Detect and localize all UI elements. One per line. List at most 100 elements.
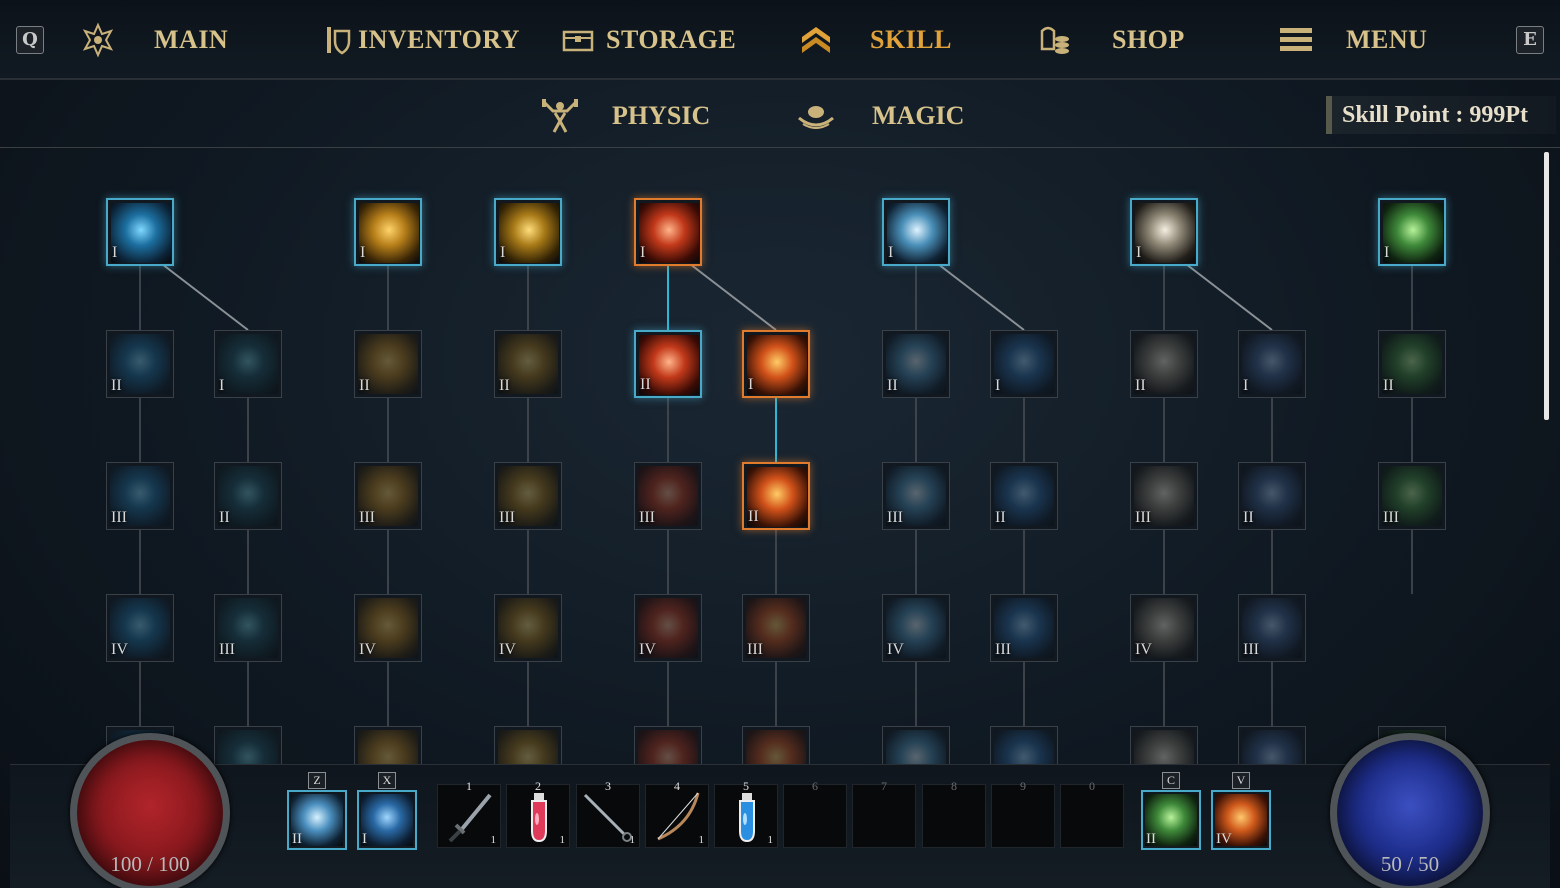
branch-line [689, 263, 777, 331]
skill-node-gold-chest-iii[interactable]: III [354, 462, 422, 530]
skill-rank-label: IV [111, 641, 128, 658]
next-tab-key[interactable]: E [1516, 26, 1544, 54]
skill-rank-label: IV [499, 641, 516, 658]
skill-node-ice-body-ii[interactable]: II [882, 330, 950, 398]
skill-node-ice-body-iv[interactable]: IV [882, 594, 950, 662]
meditate-teal-skill-icon [218, 334, 278, 394]
skill-rank-label: I [1136, 244, 1142, 261]
skill-node-spirit-white-i[interactable]: I [1130, 198, 1198, 266]
skill-node-atom-blue-i[interactable]: I [106, 198, 174, 266]
skill-node-fire-bolt-iii[interactable]: III [742, 594, 810, 662]
hotbar-slot-6[interactable]: 6 [783, 779, 847, 848]
skill-node-ice-body-iii[interactable]: III [882, 462, 950, 530]
skill-rank-label: III [1135, 509, 1151, 526]
top-navigation-bar: Q E MAIN INVENTORY STORAGE SKILL SHOP ME… [0, 0, 1560, 80]
quick-skill-z[interactable]: II [287, 790, 347, 850]
meditate-teal-skill-icon [218, 730, 278, 764]
skill-rank-label: III [639, 509, 655, 526]
skill-node-gold-chest-next[interactable] [354, 726, 422, 764]
item-count: 1 [698, 834, 705, 846]
skill-node-storm-blade-ii[interactable]: II [1238, 462, 1306, 530]
item-count: 1 [767, 834, 774, 846]
tab-skill[interactable]: SKILL [796, 20, 952, 60]
hotbar-slot-8[interactable]: 8 [922, 779, 986, 848]
skill-node-nature-green-iii[interactable]: III [1378, 462, 1446, 530]
hotbar-slot-3[interactable]: 31 [576, 779, 640, 848]
tab-shop-label: SHOP [1112, 25, 1185, 54]
skill-node-spirit-white-next[interactable] [1130, 726, 1198, 764]
skill-node-gold-summon-i[interactable]: I [494, 198, 562, 266]
tab-inventory-label: INVENTORY [358, 25, 521, 54]
skill-node-gold-summon-next[interactable] [494, 726, 562, 764]
skill-node-gold-chest-i[interactable]: I [354, 198, 422, 266]
tab-storage[interactable]: STORAGE [558, 20, 736, 60]
tab-main[interactable]: MAIN [78, 20, 228, 60]
skill-node-storm-blade-next[interactable] [1238, 726, 1306, 764]
skill-node-ice-cube-next[interactable] [990, 726, 1058, 764]
hotkey-c: C [1162, 772, 1180, 789]
hotbar-slot-1[interactable]: 11 [437, 779, 501, 848]
quick-skill-c[interactable]: II [1141, 790, 1201, 850]
magic-hands-icon [796, 96, 836, 136]
skill-node-meditate-teal-next[interactable] [214, 726, 282, 764]
skill-node-ice-cube-i[interactable]: I [990, 330, 1058, 398]
skill-node-nature-green-ii[interactable]: II [1378, 330, 1446, 398]
ice-cube-skill-icon [994, 334, 1054, 394]
skill-node-meditate-teal-iii[interactable]: III [214, 594, 282, 662]
quick-skill-x[interactable]: I [357, 790, 417, 850]
hamburger-icon [1276, 20, 1316, 60]
skill-node-atom-blue-iv[interactable]: IV [106, 594, 174, 662]
skill-node-spirit-white-iv[interactable]: IV [1130, 594, 1198, 662]
skill-node-ice-body-next[interactable] [882, 726, 950, 764]
prev-tab-key[interactable]: Q [16, 26, 44, 54]
hotbar-slot-0[interactable]: 0 [1060, 779, 1124, 848]
skill-node-spirit-white-iii[interactable]: III [1130, 462, 1198, 530]
skill-node-meditate-teal-i[interactable]: I [214, 330, 282, 398]
skill-node-fire-body-iii[interactable]: III [634, 462, 702, 530]
skill-rank-label: III [1243, 641, 1259, 658]
tab-shop[interactable]: SHOP [1034, 20, 1185, 60]
hotbar-slot-7[interactable]: 7 [852, 779, 916, 848]
branch-line [1185, 263, 1273, 331]
skill-node-spirit-white-ii[interactable]: II [1130, 330, 1198, 398]
skill-node-storm-blade-iii[interactable]: III [1238, 594, 1306, 662]
skill-rank-label: III [499, 509, 515, 526]
skill-node-gold-summon-iii[interactable]: III [494, 462, 562, 530]
skill-node-ice-cube-ii[interactable]: II [990, 462, 1058, 530]
skill-node-fire-body-iv[interactable]: IV [634, 594, 702, 662]
skill-node-fire-body-next[interactable] [634, 726, 702, 764]
tab-menu[interactable]: MENU [1276, 20, 1427, 60]
quick-skill-v[interactable]: IV [1211, 790, 1271, 850]
item-count: 1 [490, 834, 497, 846]
skill-node-storm-blade-i[interactable]: I [1238, 330, 1306, 398]
skill-node-gold-summon-iv[interactable]: IV [494, 594, 562, 662]
skill-node-gold-chest-ii[interactable]: II [354, 330, 422, 398]
skill-node-atom-blue-iii[interactable]: III [106, 462, 174, 530]
tree-scrollbar[interactable] [1544, 152, 1549, 420]
skill-node-meditate-teal-ii[interactable]: II [214, 462, 282, 530]
skill-node-nature-green-i[interactable]: I [1378, 198, 1446, 266]
skill-rank-label: I [362, 831, 367, 847]
skill-node-fire-bolt-i[interactable]: I [742, 330, 810, 398]
skill-rank-label: IV [887, 641, 904, 658]
tab-magic[interactable]: MAGIC [796, 96, 964, 136]
tab-inventory[interactable]: INVENTORY [318, 20, 520, 60]
skill-node-gold-summon-ii[interactable]: II [494, 330, 562, 398]
hotbar-slot-2[interactable]: 21 [506, 779, 570, 848]
hotbar-slot-9[interactable]: 9 [991, 779, 1055, 848]
skill-node-atom-blue-ii[interactable]: II [106, 330, 174, 398]
skill-node-fire-bolt-next[interactable] [742, 726, 810, 764]
skill-node-fire-body-i[interactable]: I [634, 198, 702, 266]
skill-node-fire-body-ii[interactable]: II [634, 330, 702, 398]
skill-node-ice-cube-iii[interactable]: III [990, 594, 1058, 662]
hotbar-slot-5[interactable]: 51 [714, 779, 778, 848]
atom-blue-skill-icon [111, 203, 171, 263]
skill-node-gold-chest-iv[interactable]: IV [354, 594, 422, 662]
tab-magic-label: MAGIC [872, 101, 965, 130]
skill-rank-label: I [640, 244, 646, 261]
tab-physic[interactable]: PHYSIC [540, 96, 710, 136]
skill-node-fire-bolt-ii[interactable]: II [742, 462, 810, 530]
skill-node-ice-body-i[interactable]: I [882, 198, 950, 266]
tab-skill-label: SKILL [870, 25, 952, 54]
hotbar-slot-4[interactable]: 41 [645, 779, 709, 848]
